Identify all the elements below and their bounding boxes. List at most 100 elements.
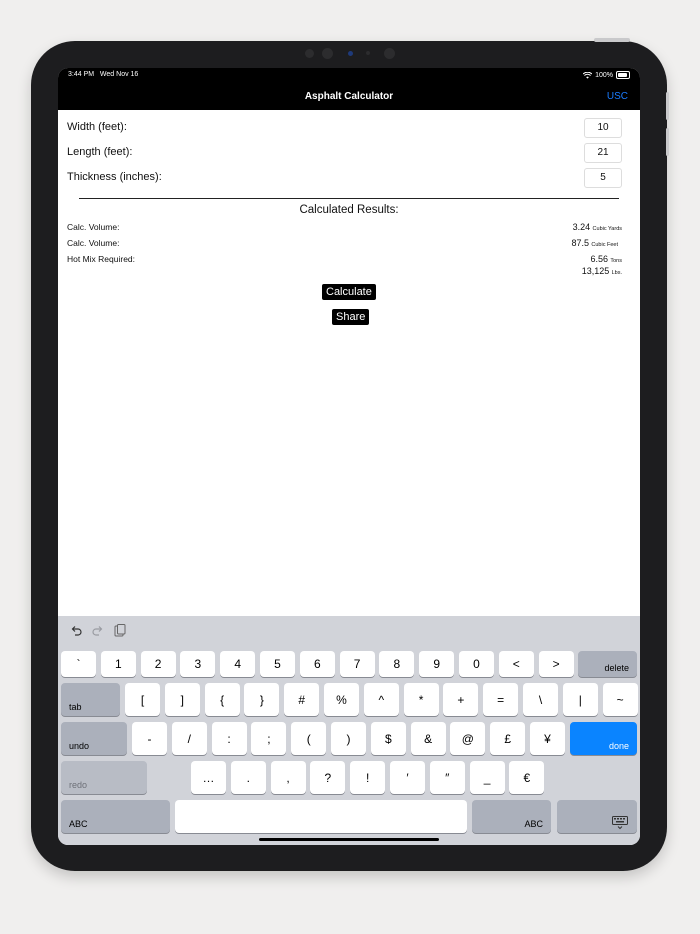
- key-5[interactable]: ′: [390, 761, 425, 794]
- key-4[interactable]: 4: [220, 651, 256, 677]
- volume-up-button: [666, 92, 669, 120]
- key-5[interactable]: ): [331, 722, 366, 755]
- key-2[interactable]: ,: [270, 761, 306, 794]
- key-12[interactable]: ~: [602, 683, 638, 716]
- space-key[interactable]: [175, 800, 467, 833]
- result-value-lbs: 13,125 Lbs.: [581, 266, 622, 276]
- key-2[interactable]: :: [211, 722, 247, 755]
- key-0[interactable]: -: [132, 722, 167, 755]
- page-title: Asphalt Calculator: [304, 91, 394, 102]
- key-12[interactable]: >: [538, 651, 574, 677]
- key-1[interactable]: ]: [164, 683, 200, 716]
- share-button[interactable]: Share: [332, 309, 370, 325]
- delete-key[interactable]: delete: [578, 651, 637, 677]
- key-3[interactable]: ;: [251, 722, 287, 755]
- screen: 3:44 PM Wed Nov 16 100% Asphalt Calculat…: [58, 68, 640, 845]
- hide-keyboard-key[interactable]: [557, 800, 637, 833]
- key-4[interactable]: !: [350, 761, 386, 794]
- key-3[interactable]: ?: [310, 761, 346, 794]
- key-3[interactable]: }: [244, 683, 280, 716]
- redo-key[interactable]: redo: [61, 761, 147, 794]
- undo-key[interactable]: undo: [61, 722, 127, 755]
- status-right: 100%: [583, 71, 630, 79]
- result-label: Calc. Volume:: [67, 238, 120, 248]
- volume-down-button: [666, 128, 669, 156]
- key-11[interactable]: <: [498, 651, 534, 677]
- wifi-icon: [583, 71, 593, 79]
- unit-toggle-button[interactable]: USC: [607, 91, 628, 102]
- width-row: Width (feet): 10: [67, 118, 631, 138]
- length-label: Length (feet):: [67, 146, 133, 158]
- key-9[interactable]: 9: [419, 651, 455, 677]
- top-button: [594, 38, 630, 42]
- key-7[interactable]: _: [469, 761, 505, 794]
- divider: [79, 198, 619, 199]
- key-7[interactable]: 7: [339, 651, 375, 677]
- result-value: 87.5 Cubic Feet: [571, 238, 618, 248]
- navigation-bar: Asphalt Calculator USC: [58, 84, 640, 110]
- width-field[interactable]: 10: [584, 118, 622, 138]
- key-7[interactable]: *: [403, 683, 439, 716]
- paste-icon[interactable]: [114, 624, 126, 637]
- key-6[interactable]: ^: [363, 683, 399, 716]
- status-bar: 3:44 PM Wed Nov 16 100%: [58, 68, 640, 84]
- result-value-tons: 6.56 Tons: [590, 254, 622, 264]
- key-0[interactable]: …: [191, 761, 226, 794]
- camera-array: [300, 48, 400, 60]
- key-9[interactable]: £: [490, 722, 526, 755]
- key-4[interactable]: #: [284, 683, 320, 716]
- key-8[interactable]: €: [509, 761, 545, 794]
- key-5[interactable]: %: [324, 683, 359, 716]
- abc-right-key[interactable]: ABC: [472, 800, 551, 833]
- key-0[interactable]: `: [61, 651, 96, 677]
- redo-icon[interactable]: [92, 625, 104, 637]
- thickness-field[interactable]: 5: [584, 168, 622, 188]
- key-4[interactable]: (: [291, 722, 327, 755]
- keyboard: ` 1 2 3 4 5 6 7 8 9 0 < > delete tab []{} #% ^ * + = \ | ~ u…: [58, 616, 640, 845]
- key-11[interactable]: |: [562, 683, 598, 716]
- key-10[interactable]: ¥: [530, 722, 565, 755]
- key-0[interactable]: [: [125, 683, 160, 716]
- calculator-form: Width (feet): 10 Length (feet): 21 Thick…: [58, 110, 640, 616]
- key-2[interactable]: 2: [140, 651, 176, 677]
- results-title: Calculated Results:: [299, 204, 399, 216]
- status-time-date: 3:44 PM Wed Nov 16: [68, 71, 139, 78]
- keyboard-dismiss-icon: [612, 816, 628, 830]
- battery-icon: [616, 71, 630, 79]
- result-row-cubic-yards: Calc. Volume: 3.24 Cubic Yards: [67, 222, 631, 234]
- result-row-hot-mix: Hot Mix Required: 6.56 Tons 13,125 Lbs.: [67, 254, 631, 280]
- result-row-cubic-feet: Calc. Volume: 87.5 Cubic Feet: [67, 238, 631, 250]
- length-field[interactable]: 21: [584, 143, 622, 163]
- calculate-button[interactable]: Calculate: [322, 284, 376, 300]
- key-9[interactable]: =: [483, 683, 519, 716]
- key-8[interactable]: +: [443, 683, 479, 716]
- abc-left-key[interactable]: ABC: [61, 800, 170, 833]
- key-6[interactable]: ″: [429, 761, 465, 794]
- thickness-label: Thickness (inches):: [67, 171, 162, 183]
- key-2[interactable]: {: [204, 683, 240, 716]
- key-8[interactable]: 8: [379, 651, 415, 677]
- result-label: Calc. Volume:: [67, 222, 120, 232]
- key-3[interactable]: 3: [180, 651, 216, 677]
- key-1[interactable]: 1: [100, 651, 136, 677]
- key-6[interactable]: $: [370, 722, 406, 755]
- keyboard-toolbar: [70, 624, 126, 637]
- tab-key[interactable]: tab: [61, 683, 120, 716]
- key-7[interactable]: &: [410, 722, 446, 755]
- key-1[interactable]: /: [171, 722, 207, 755]
- key-10[interactable]: 0: [459, 651, 494, 677]
- thickness-row: Thickness (inches): 5: [67, 168, 631, 188]
- undo-icon[interactable]: [70, 625, 82, 637]
- battery-percent: 100%: [595, 71, 613, 79]
- result-value: 3.24 Cubic Yards: [572, 222, 622, 232]
- done-key[interactable]: done: [570, 722, 637, 755]
- key-10[interactable]: \: [523, 683, 558, 716]
- length-row: Length (feet): 21: [67, 143, 631, 163]
- width-label: Width (feet):: [67, 121, 127, 133]
- key-8[interactable]: @: [450, 722, 486, 755]
- result-label: Hot Mix Required:: [67, 254, 136, 264]
- key-6[interactable]: 6: [299, 651, 335, 677]
- home-indicator: [259, 838, 439, 841]
- key-1[interactable]: .: [230, 761, 266, 794]
- key-5[interactable]: 5: [260, 651, 295, 677]
